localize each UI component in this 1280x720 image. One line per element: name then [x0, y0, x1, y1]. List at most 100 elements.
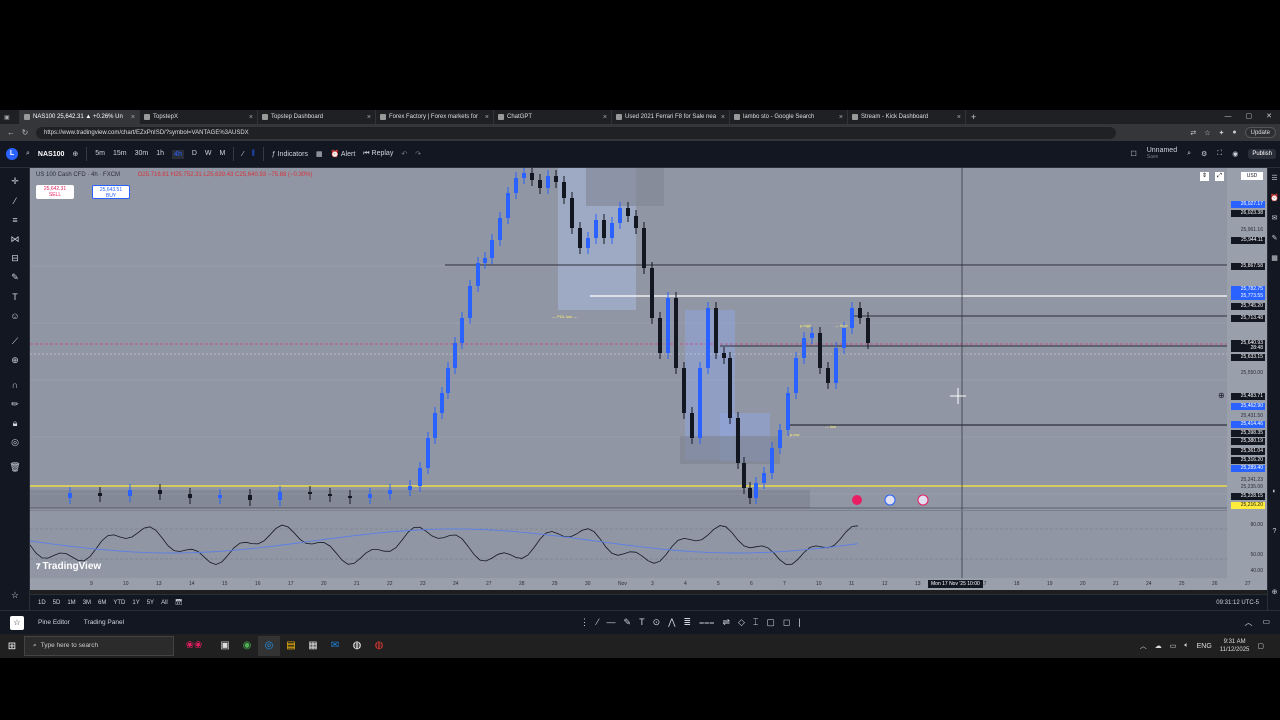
chart-lock-icon[interactable]: ⇕: [1200, 172, 1209, 181]
favorites-icon[interactable]: ☆: [10, 615, 24, 630]
browser-tab[interactable]: Used 2021 Ferrari F8 for Sale nea ×: [612, 110, 730, 124]
range-1m[interactable]: 1M: [67, 600, 75, 606]
interval-30m[interactable]: 30m: [135, 150, 149, 159]
goto-date-icon[interactable]: 📅︎: [175, 599, 183, 606]
indicators-button[interactable]: ƒ Indicators: [272, 151, 308, 158]
redo-icon[interactable]: ↷: [415, 150, 421, 158]
update-button[interactable]: Update: [1244, 127, 1276, 138]
layouts-grid-icon[interactable]: ▦: [316, 150, 323, 158]
tray-chevron-icon[interactable]: ︿: [1140, 641, 1147, 651]
back-icon[interactable]: ←: [4, 128, 18, 137]
callout-icon[interactable]: ◻: [783, 617, 790, 628]
tab-close-icon[interactable]: ×: [127, 114, 135, 121]
browser-tab[interactable]: Topstep Dashboard ×: [258, 110, 376, 124]
target-icon[interactable]: ⊙: [653, 617, 661, 628]
clock-date[interactable]: 9:31 AM 11/12/2025: [1220, 638, 1250, 654]
ime-icon[interactable]: ENG: [1197, 643, 1212, 650]
news-widget-icon[interactable]: ❀❀: [174, 636, 214, 656]
task-view-icon[interactable]: ▣: [214, 636, 236, 656]
tab-close-icon[interactable]: ×: [953, 114, 961, 121]
interval-5m[interactable]: 5m: [95, 150, 105, 159]
interval-15m[interactable]: 15m: [113, 150, 127, 159]
symbol-name[interactable]: NAS100: [38, 151, 64, 158]
event-marker[interactable]: [852, 495, 862, 505]
reload-icon[interactable]: ↻: [18, 128, 32, 137]
drag-handle-icon[interactable]: ⋮: [580, 617, 589, 628]
range-3m[interactable]: 3M: [83, 600, 91, 606]
bookmark-star-icon[interactable]: ☆: [1204, 129, 1210, 137]
browser-tab[interactable]: NAS100 25,642.31 ▲ +0.26% Un ×: [20, 110, 140, 124]
tab-close-icon[interactable]: ×: [245, 114, 253, 121]
tab-close-icon[interactable]: ×: [835, 114, 843, 121]
tab-actions-icon[interactable]: ▣: [0, 110, 20, 124]
interval-4h[interactable]: 4h: [172, 149, 184, 159]
browser-tab[interactable]: TopstepX ×: [140, 110, 258, 124]
speaker-icon[interactable]: 🔈︎: [1184, 642, 1188, 650]
range-6m[interactable]: 6M: [98, 600, 106, 606]
favorites-star-icon[interactable]: ☆: [8, 588, 22, 602]
vertical-line-icon[interactable]: |: [798, 617, 800, 628]
edge-browser-icon[interactable]: ◉: [236, 636, 258, 656]
cloud-icon[interactable]: ☁: [1155, 642, 1162, 650]
rectangle-icon[interactable]: ▢: [766, 617, 775, 628]
magnet-icon[interactable]: ∩: [8, 378, 22, 392]
event-marker[interactable]: [917, 494, 929, 506]
interval-D[interactable]: D: [192, 150, 197, 159]
symbol-search-icon[interactable]: ⌕: [26, 150, 30, 158]
pine-editor-tab[interactable]: Pine Editor: [38, 619, 70, 626]
trading-panel-tab[interactable]: Trading Panel: [84, 619, 124, 626]
chrome-browser-icon[interactable]: ◎: [258, 636, 280, 656]
chat-icon[interactable]: ✉: [1270, 214, 1279, 223]
app-icon[interactable]: ◍: [368, 636, 390, 656]
range-all[interactable]: All: [161, 600, 168, 606]
zoom-in-icon[interactable]: ⊕: [8, 353, 22, 367]
network-icon[interactable]: ▭: [1170, 642, 1177, 650]
alerts-icon[interactable]: ⏰: [1270, 194, 1279, 203]
chart-autoscale-icon[interactable]: ⤢: [1215, 172, 1224, 181]
browser-tab[interactable]: lambo sto - Google Search ×: [730, 110, 848, 124]
event-marker[interactable]: [884, 494, 896, 506]
tab-close-icon[interactable]: ×: [363, 114, 371, 121]
price-range-icon[interactable]: ⌶: [753, 617, 758, 628]
range-icon[interactable]: ⇌: [722, 617, 730, 628]
interval-W[interactable]: W: [205, 150, 212, 159]
quick-search-icon[interactable]: ⌕: [1187, 150, 1191, 158]
outlook-icon[interactable]: ✉: [324, 636, 346, 656]
browser-tab[interactable]: Forex Factory | Forex markets for ×: [376, 110, 494, 124]
draw-mode-icon[interactable]: ✏: [8, 397, 22, 411]
browser-tab[interactable]: ChatGPT ×: [494, 110, 612, 124]
range-5y[interactable]: 5Y: [147, 600, 154, 606]
help-icon[interactable]: ?: [1270, 528, 1279, 537]
watchlist-icon[interactable]: ☰: [1270, 174, 1279, 183]
profile-avatar[interactable]: ●: [1232, 129, 1236, 136]
time-axis[interactable]: 27 26 25 24 21 20 19 18 17 14 13 12 11 10 7 6 5 4 3 Nov 30 29…: [30, 578, 1251, 590]
calendar-icon[interactable]: ▦: [1270, 254, 1279, 263]
pattern-tool-icon[interactable]: ⋈: [8, 232, 22, 246]
publish-button[interactable]: Publish: [1248, 149, 1276, 159]
fib-tool-icon[interactable]: ≡: [8, 213, 22, 227]
tab-close-icon[interactable]: ×: [481, 114, 489, 121]
range-1y[interactable]: 1Y: [132, 600, 139, 606]
tab-close-icon[interactable]: ×: [599, 114, 607, 121]
oscillator-pane[interactable]: 𝟕 TradingView: [30, 510, 1227, 578]
maximize-icon[interactable]: ▢: [1246, 110, 1253, 124]
range-1d[interactable]: 1D: [38, 600, 46, 606]
crosshair-icon[interactable]: ✛: [8, 174, 22, 188]
extensions-icon[interactable]: ✦: [1219, 129, 1225, 137]
lock-icon[interactable]: 🔒︎: [8, 416, 22, 430]
notification-icon[interactable]: ◐: [1270, 488, 1279, 497]
screenshot-camera-icon[interactable]: ◉: [1232, 150, 1238, 158]
fib-icon[interactable]: ≣: [684, 617, 692, 628]
trash-icon[interactable]: 🗑︎: [8, 460, 22, 474]
user-avatar[interactable]: L: [6, 148, 18, 160]
brush-icon[interactable]: ✎: [8, 270, 22, 284]
url-field[interactable]: https://www.tradingview.com/chart/EZxPnI…: [36, 126, 1116, 139]
settings-gear-icon[interactable]: ⚙: [1201, 150, 1207, 158]
visibility-eye-icon[interactable]: ◎: [8, 435, 22, 449]
trend-line-icon[interactable]: ⁄: [597, 617, 599, 628]
brush-icon[interactable]: ◇: [738, 617, 745, 628]
store-icon[interactable]: ▦: [302, 636, 324, 656]
range-ytd[interactable]: YTD: [113, 600, 125, 606]
pen-icon[interactable]: ✎: [624, 617, 632, 628]
add-alert-plus-icon[interactable]: ⊕: [1218, 391, 1227, 401]
